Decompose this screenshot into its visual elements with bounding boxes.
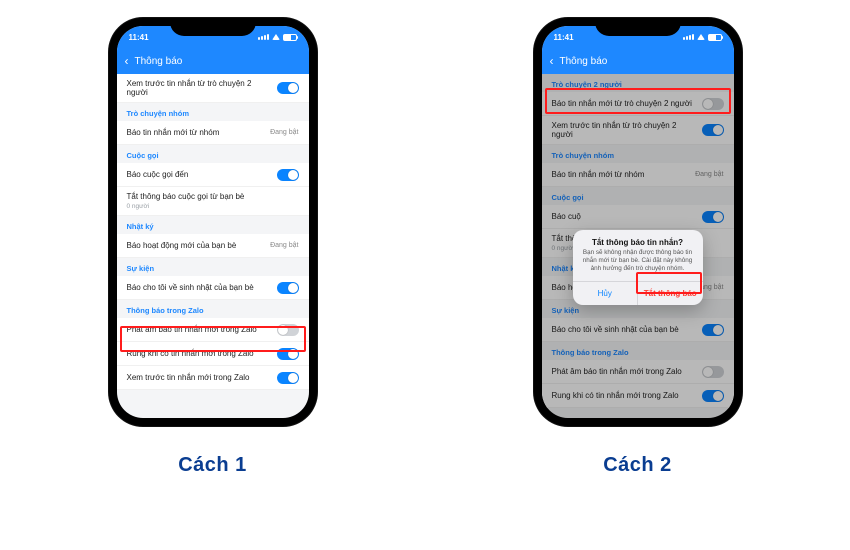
row-mute-friend-call[interactable]: Tắt thông báo cuộc gọi từ bạn bè 0 người [117, 187, 309, 216]
row-label: Báo tin nhắn mới từ nhóm [127, 128, 271, 137]
column-left: 11:41 ‹ Thông báo Xem trước tin nhắn từ … [109, 18, 317, 477]
toggle-preview-2p[interactable] [277, 82, 299, 94]
column-right: 11:41 ‹ Thông báo Trò chuyện 2 người Báo… [534, 18, 742, 477]
battery-icon [283, 34, 297, 41]
row-label: Phát âm báo tin nhắn mới trong Zalo [127, 325, 277, 334]
wifi-icon [272, 34, 280, 40]
row-vibrate-new-msg[interactable]: Rung khi có tin nhắn mới trong Zalo [117, 342, 309, 366]
nav-header: ‹ Thông báo [542, 48, 734, 74]
section-in-zalo: Thông báo trong Zalo [117, 300, 309, 318]
nav-header: ‹ Thông báo [117, 48, 309, 74]
section-group-chat: Trò chuyện nhóm [117, 103, 309, 121]
toggle-vibrate-new-msg[interactable] [277, 348, 299, 360]
status-right [258, 34, 297, 41]
status-right [683, 34, 722, 41]
settings-list-2: Trò chuyện 2 người Báo tin nhắn mới từ t… [542, 74, 734, 418]
dialog-buttons: Hủy Tắt thông báo [573, 281, 703, 305]
screen-2: 11:41 ‹ Thông báo Trò chuyện 2 người Báo… [542, 26, 734, 418]
settings-list-1: Xem trước tin nhắn từ trò chuyện 2 người… [117, 74, 309, 418]
signal-icon [683, 34, 694, 40]
confirm-dialog: Tắt thông báo tin nhắn? Bạn sẽ không nhậ… [573, 230, 703, 305]
row-label: Xem trước tin nhắn từ trò chuyện 2 người [127, 79, 277, 97]
section-diary: Nhật ký [117, 216, 309, 234]
state-label: Đang bật [270, 129, 298, 136]
back-icon[interactable]: ‹ [550, 55, 554, 67]
home-indicator [602, 419, 674, 422]
row-notify-group[interactable]: Báo tin nhắn mới từ nhóm Đang bật [117, 121, 309, 145]
status-time: 11:41 [129, 33, 149, 42]
caption-right: Cách 2 [603, 454, 672, 477]
row-label-text: Tắt thông báo cuộc gọi từ bạn bè [127, 192, 245, 201]
stage: 11:41 ‹ Thông báo Xem trước tin nhắn từ … [0, 0, 850, 550]
row-label: Xem trước tin nhắn mới trong Zalo [127, 373, 277, 382]
phone-frame-1: 11:41 ‹ Thông báo Xem trước tin nhắn từ … [109, 18, 317, 426]
dialog-cancel-button[interactable]: Hủy [573, 282, 639, 305]
row-incoming-call[interactable]: Báo cuộc gọi đến [117, 163, 309, 187]
section-events: Sự kiện [117, 258, 309, 276]
section-calls: Cuộc gọi [117, 145, 309, 163]
row-sound-new-msg[interactable]: Phát âm báo tin nhắn mới trong Zalo [117, 318, 309, 342]
row-birthday[interactable]: Báo cho tôi về sinh nhật của bạn bè [117, 276, 309, 300]
caption-left: Cách 1 [178, 454, 247, 477]
row-label: Rung khi có tin nhắn mới trong Zalo [127, 349, 277, 358]
status-time: 11:41 [554, 33, 574, 42]
battery-icon [708, 34, 722, 41]
row-label: Báo cuộc gọi đến [127, 170, 277, 179]
state-label: Đang bật [270, 242, 298, 249]
toggle-sound-new-msg[interactable] [277, 324, 299, 336]
row-label: Báo cho tôi về sinh nhật của bạn bè [127, 283, 277, 292]
wifi-icon [697, 34, 705, 40]
home-indicator [177, 419, 249, 422]
notch [595, 18, 681, 36]
row-label: Tắt thông báo cuộc gọi từ bạn bè 0 người [127, 192, 299, 210]
row-new-activity[interactable]: Báo hoạt động mới của bạn bè Đang bật [117, 234, 309, 258]
signal-icon [258, 34, 269, 40]
page-title: Thông báo [560, 56, 608, 67]
notch [170, 18, 256, 36]
row-preview-in-zalo[interactable]: Xem trước tin nhắn mới trong Zalo [117, 366, 309, 390]
phone-frame-2: 11:41 ‹ Thông báo Trò chuyện 2 người Báo… [534, 18, 742, 426]
toggle-incoming-call[interactable] [277, 169, 299, 181]
screen-1: 11:41 ‹ Thông báo Xem trước tin nhắn từ … [117, 26, 309, 418]
dialog-body: Bạn sẽ không nhận được thông báo tin nhắ… [573, 249, 703, 281]
dialog-confirm-button[interactable]: Tắt thông báo [638, 282, 703, 305]
row-label: Báo hoạt động mới của bạn bè [127, 241, 271, 250]
row-preview-2p[interactable]: Xem trước tin nhắn từ trò chuyện 2 người [117, 74, 309, 103]
toggle-birthday[interactable] [277, 282, 299, 294]
row-sublabel: 0 người [127, 203, 293, 210]
page-title: Thông báo [135, 56, 183, 67]
dialog-title: Tắt thông báo tin nhắn? [573, 230, 703, 249]
back-icon[interactable]: ‹ [125, 55, 129, 67]
toggle-preview-in-zalo[interactable] [277, 372, 299, 384]
